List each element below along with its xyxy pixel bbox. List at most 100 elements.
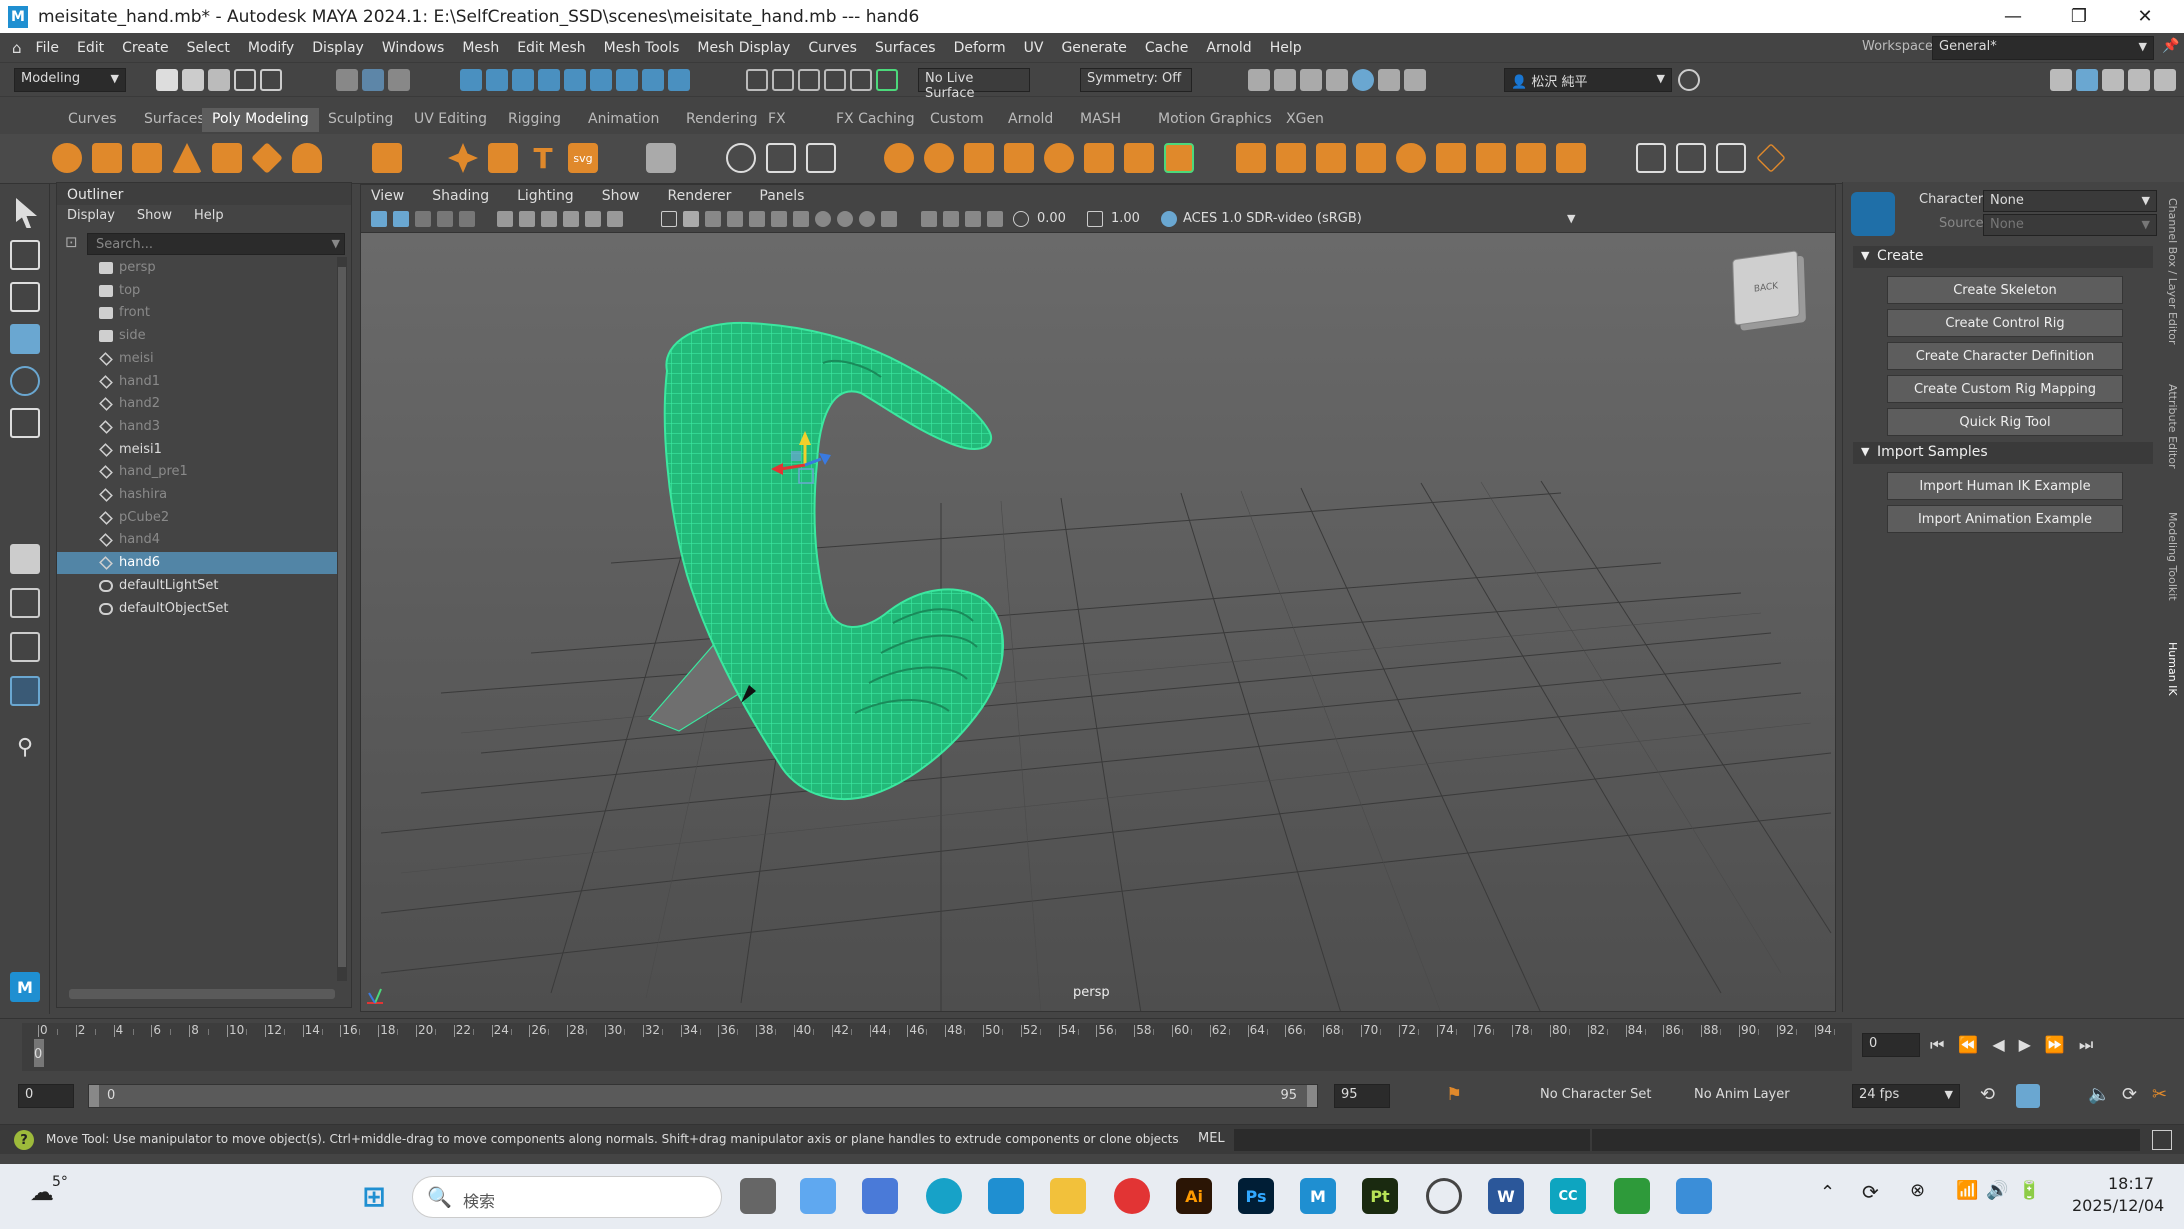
symmetry-dropdown[interactable]: Symmetry: Off [1080,68,1192,92]
grid-icon[interactable] [646,143,676,173]
poly-cylinder-icon[interactable] [132,143,162,173]
paint-select-tool-icon[interactable] [10,282,40,312]
shelf-tab-fx[interactable]: FX [758,108,796,132]
image-plane-icon[interactable] [437,211,453,227]
task-view-icon[interactable] [740,1178,776,1214]
text-tool-icon[interactable]: T [528,142,558,175]
bridge-edge-icon[interactable] [1516,143,1546,173]
snap-curve-icon[interactable] [486,69,508,91]
menu-file[interactable]: File [36,40,59,56]
end-time-field[interactable]: 95 [1334,1084,1390,1108]
layout-icon-1[interactable] [2050,69,2072,91]
outliner-layout-icon[interactable] [10,676,40,706]
shelf-tab-rendering[interactable]: Rendering [676,108,768,132]
anim-layer-dropdown[interactable]: No Anim Layer [1694,1087,1790,1102]
chevron-up-icon[interactable]: ⌃ [1820,1182,1835,1203]
human-ik-tab[interactable]: Human IK [2166,642,2179,696]
import-section-header[interactable]: ▼ Import Samples [1853,442,2153,464]
open-scene-icon[interactable] [182,69,204,91]
chevron-down-icon[interactable]: ▼ [1567,212,1575,225]
history-icon[interactable] [772,69,794,91]
resolution-gate-icon[interactable] [563,211,579,227]
isolate-select-icon[interactable] [921,211,937,227]
illustrator-icon[interactable]: Ai [1176,1178,1212,1214]
snap-point-icon[interactable] [512,69,534,91]
explorer-icon[interactable] [1050,1178,1086,1214]
outliner-menu-help[interactable]: Help [194,208,224,224]
default-material-icon[interactable] [705,211,721,227]
menu-cache[interactable]: Cache [1145,40,1189,56]
select-by-hierarchy-icon[interactable] [336,69,358,91]
copilot-icon[interactable] [800,1178,836,1214]
magnify-icon[interactable]: ⚲ [10,732,40,762]
new-scene-icon[interactable] [156,69,178,91]
quad-draw-icon[interactable] [1756,143,1786,173]
import-animation-example-button[interactable]: Import Animation Example [1887,505,2123,533]
menu-help[interactable]: Help [1270,40,1302,56]
smooth-icon[interactable] [964,143,994,173]
outliner-item-persp[interactable]: persp [57,257,337,279]
fps-dropdown[interactable]: 24 fps ▼ [1852,1084,1960,1108]
poly-torus-icon[interactable] [212,143,242,173]
volume-icon[interactable]: 🔊 [1986,1180,2008,1201]
channel-box-tab[interactable]: Channel Box / Layer Editor [2166,198,2179,345]
wireframe-icon[interactable] [661,211,677,227]
shelf-tab-arnold[interactable]: Arnold [998,108,1063,132]
menu-set-dropdown[interactable]: Modeling ▼ [14,68,126,92]
render-view-icon[interactable] [1378,69,1400,91]
outliner-item-hand2[interactable]: hand2 [57,393,337,415]
backface-culling-icon[interactable] [987,211,1003,227]
start-time-field[interactable]: 0 [18,1084,74,1108]
offset-edge-loop-icon[interactable] [1716,143,1746,173]
measure-icon[interactable] [726,143,756,173]
target-weld-icon[interactable] [1556,143,1586,173]
menu-select[interactable]: Select [187,40,230,56]
lasso-tool-icon[interactable] [10,240,40,270]
outliner-item-pcube2[interactable]: pCube2 [57,507,337,529]
block-icon[interactable]: ⊗ [1910,1180,1925,1201]
user-account-dropdown[interactable]: 👤 松沢 純平 ▼ [1504,68,1672,92]
shelf-tab-uv-editing[interactable]: UV Editing [404,108,497,132]
snap-view-icon[interactable] [538,69,560,91]
outliner-item-meisi[interactable]: meisi [57,348,337,370]
weather-icon[interactable]: ☁ [30,1178,54,1206]
time-slider[interactable]: 0 2 4 6 8 10 12 14 16 18 20 22 24 26 28 30 32 34 36 38 40 42 4… [0,1018,2184,1076]
menu-arnold[interactable]: Arnold [1206,40,1251,56]
minecraft-icon[interactable] [1614,1178,1650,1214]
modeling-toolkit-tab[interactable]: Modeling Toolkit [2166,512,2179,601]
extract-icon[interactable] [1084,143,1114,173]
remesh-icon[interactable] [1124,143,1154,173]
clock-time[interactable]: 18:17 [2108,1174,2154,1193]
render-sequence-icon[interactable] [1274,69,1296,91]
outliner-item-top[interactable]: top [57,280,337,302]
anti-aliasing-icon[interactable] [859,211,875,227]
anim-prefs-icon[interactable]: ⟳ [2122,1084,2137,1105]
menu-edit[interactable]: Edit [77,40,104,56]
shelf-tab-motion-graphics[interactable]: Motion Graphics [1148,108,1282,132]
motion-blur-icon[interactable] [837,211,853,227]
menu-create[interactable]: Create [122,40,169,56]
outliner-item-hand-pre1[interactable]: hand_pre1 [57,461,337,483]
retopologize-icon[interactable] [1164,143,1194,173]
combine-icon[interactable] [884,143,914,173]
start-icon[interactable]: ⊞ [356,1178,392,1214]
viewport-menu-view[interactable]: View [371,188,404,204]
sound-icon[interactable]: 🔈 [2088,1084,2110,1105]
shelf-tab-sculpting[interactable]: Sculpting [318,108,403,132]
cc-icon[interactable]: CC [1550,1178,1586,1214]
select-camera-icon[interactable] [371,211,387,227]
poly-type-icon[interactable] [488,143,518,173]
single-perspective-layout-icon[interactable] [10,544,40,574]
menu-edit-mesh[interactable]: Edit Mesh [517,40,585,56]
redo-icon[interactable] [260,69,282,91]
shelf-tab-rigging[interactable]: Rigging [498,108,571,132]
photos-icon[interactable] [1676,1178,1712,1214]
collapse-icon[interactable] [1476,143,1506,173]
home-icon[interactable]: ⌂ [12,39,22,57]
painter-icon[interactable]: Pt [1362,1178,1398,1214]
view-cube[interactable]: BACK [1732,250,1800,326]
snap-normal-icon[interactable] [616,69,638,91]
platonic-solid-icon[interactable] [372,143,402,173]
grease-pencil-icon[interactable] [497,211,513,227]
script-editor-icon[interactable] [2152,1130,2172,1150]
